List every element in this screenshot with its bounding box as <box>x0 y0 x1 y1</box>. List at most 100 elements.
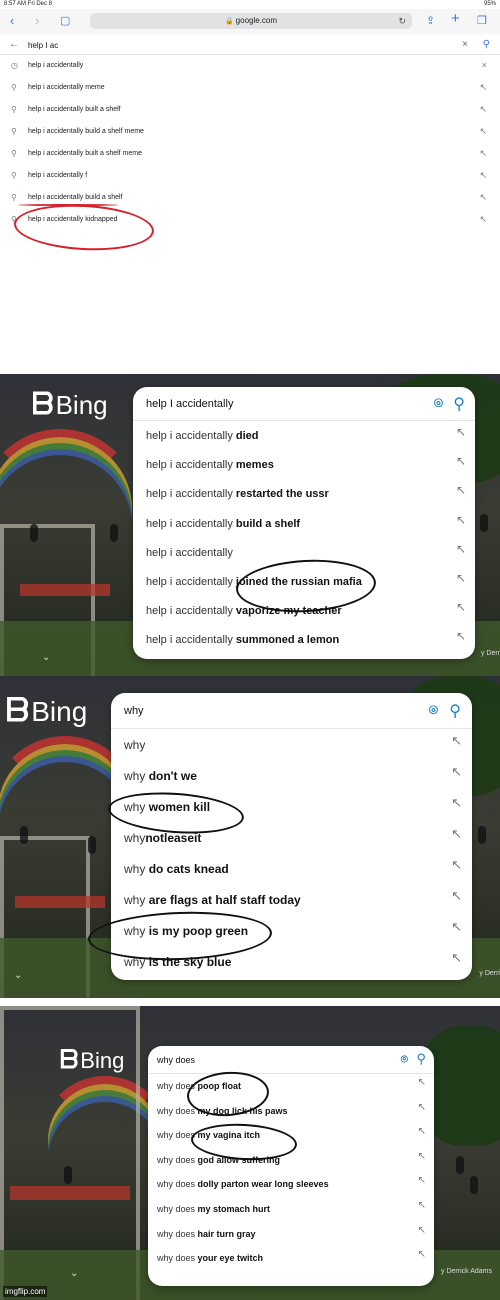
suggestion-item[interactable]: why ↖ <box>111 729 472 760</box>
search-icon[interactable]: ⚲ <box>416 1051 426 1067</box>
suggestion-completion: died <box>235 430 259 442</box>
tabs-icon[interactable]: ❐ <box>477 14 487 28</box>
address-bar[interactable]: 🔒 google.com ↻ <box>90 13 412 29</box>
fill-query-arrow-icon[interactable]: ↖ <box>479 104 487 115</box>
suggestion-item[interactable]: why are flags at half staff today ↖ <box>111 884 472 915</box>
suggestion-text: help i accidentally meme <box>28 84 105 91</box>
suggestion-text: why don't we <box>124 769 197 783</box>
suggestion-item[interactable]: help i accidentally died ↖ <box>133 421 475 450</box>
fill-query-arrow-icon[interactable]: ↖ <box>418 1200 426 1211</box>
fill-query-arrow-icon[interactable]: ↖ <box>451 857 462 873</box>
suggestion-item[interactable]: help i accidentally build a shelf ↖ <box>133 509 475 538</box>
suggestion-item[interactable]: why does hair turn gray ↖ <box>148 1222 434 1247</box>
fill-query-arrow-icon[interactable]: ↖ <box>418 1102 426 1113</box>
fill-query-arrow-icon[interactable]: ↖ <box>456 629 466 643</box>
fill-query-arrow-icon[interactable]: ↖ <box>451 795 462 811</box>
fill-query-arrow-icon[interactable]: ↖ <box>451 950 462 966</box>
suggestion-item[interactable]: help i accidentally summoned a lemon ↖ <box>133 625 475 654</box>
bing-logo[interactable]: ᗷBing <box>32 388 108 422</box>
suggestion-item[interactable]: ⚲ help i accidentally meme ↖ <box>0 78 500 100</box>
fill-query-arrow-icon[interactable]: ↖ <box>456 542 466 556</box>
search-icon[interactable]: ⚲ <box>453 394 465 414</box>
bookmarks-icon[interactable]: ▢ <box>60 14 70 28</box>
search-icon[interactable]: ⚲ <box>449 701 461 721</box>
suggestion-text: help i accidentally memes <box>146 459 274 471</box>
fill-query-arrow-icon[interactable]: ↖ <box>451 733 462 749</box>
fill-query-arrow-icon[interactable]: ↖ <box>456 483 466 497</box>
suggestion-item[interactable]: ⚲ help i accidentally built a shelf meme ↖ <box>0 144 500 166</box>
visual-search-icon[interactable]: ⌾ <box>401 1052 408 1067</box>
search-input[interactable]: help I ac <box>28 41 58 50</box>
visual-search-icon[interactable]: ⌾ <box>429 702 438 719</box>
suggestion-prefix: why <box>124 769 149 783</box>
clear-icon[interactable]: × <box>462 39 468 50</box>
bing-panel-1: ᗷBing help I accidentally ⌾ ⚲ help i acc… <box>0 374 500 676</box>
fill-query-arrow-icon[interactable]: ↖ <box>456 600 466 614</box>
suggestion-item[interactable]: ⚲ help i accidentally built a shelf ↖ <box>0 100 500 122</box>
bing-logo[interactable]: ᗷBing <box>60 1046 124 1076</box>
fill-query-arrow-icon[interactable]: ↖ <box>456 454 466 468</box>
suggestion-item[interactable]: ◷ help i accidentally × <box>0 56 500 78</box>
bing-search-box[interactable]: why ⌾ ⚲ <box>111 693 472 729</box>
search-input[interactable]: help I accidentally <box>146 398 233 410</box>
suggestion-item[interactable]: help i accidentally restarted the ussr ↖ <box>133 479 475 508</box>
fill-query-arrow-icon[interactable]: ↖ <box>418 1225 426 1236</box>
visual-search-icon[interactable]: ⌾ <box>434 395 443 412</box>
suggestion-item[interactable]: why does dolly parton wear long sleeves ↖ <box>148 1172 434 1197</box>
fill-query-arrow-icon[interactable]: ↖ <box>479 192 487 203</box>
remove-icon[interactable]: × <box>482 60 487 70</box>
fill-query-arrow-icon[interactable]: ↖ <box>418 1249 426 1260</box>
suggestion-item[interactable]: why does your eye twitch ↖ <box>148 1246 434 1271</box>
share-icon[interactable]: ⇪ <box>426 14 435 28</box>
chevron-down-icon[interactable]: ⌄ <box>42 652 50 663</box>
new-tab-icon[interactable]: + <box>451 11 460 26</box>
fill-query-arrow-icon[interactable]: ↖ <box>418 1077 426 1088</box>
fill-query-arrow-icon[interactable]: ↖ <box>451 764 462 780</box>
bing-search-box[interactable]: why does ⌾ ⚲ <box>148 1046 434 1074</box>
fill-query-arrow-icon[interactable]: ↖ <box>479 82 487 93</box>
suggestion-item[interactable]: ⚲ help i accidentally f ↖ <box>0 166 500 188</box>
fill-query-arrow-icon[interactable]: ↖ <box>456 571 466 585</box>
chevron-down-icon[interactable]: ⌄ <box>14 970 22 981</box>
suggestion-item[interactable]: why do cats knead ↖ <box>111 853 472 884</box>
suggestion-text: help i accidentally built a shelf <box>28 106 121 113</box>
search-input[interactable]: why does <box>157 1055 195 1065</box>
bing-search-box[interactable]: help I accidentally ⌾ ⚲ <box>133 387 475 421</box>
search-icon[interactable]: ⚲ <box>483 39 490 50</box>
suggestion-completion: restarted the ussr <box>235 488 329 501</box>
suggestion-prefix: help i accidentally <box>146 576 236 588</box>
suggestion-text: help i accidentally build a shelf <box>28 194 123 201</box>
fill-query-arrow-icon[interactable]: ↖ <box>479 126 487 137</box>
image-credit: y Derr <box>480 650 500 657</box>
fill-query-arrow-icon[interactable]: ↖ <box>451 888 462 904</box>
fill-query-arrow-icon[interactable]: ↖ <box>418 1175 426 1186</box>
fill-query-arrow-icon[interactable]: ↖ <box>456 425 466 439</box>
suggestion-completion: my stomach hurt <box>197 1204 271 1214</box>
bing-panel-2: ᗷBing why ⌾ ⚲ why ↖ why don't we ↖ why women… <box>0 676 500 998</box>
suggestion-item[interactable]: why does my stomach hurt ↖ <box>148 1197 434 1222</box>
fill-query-arrow-icon[interactable]: ↖ <box>479 214 487 225</box>
suggestion-item[interactable]: why don't we ↖ <box>111 760 472 791</box>
suggestion-item[interactable]: ⚲ help i accidentally build a shelf meme ↖ <box>0 122 500 144</box>
fill-query-arrow-icon[interactable]: ↖ <box>451 826 462 842</box>
forward-arrow-icon[interactable]: › <box>35 14 39 28</box>
bing-logo[interactable]: ᗷBing <box>6 692 87 730</box>
back-arrow-icon[interactable]: ‹ <box>10 14 14 28</box>
browser-toolbar: ‹ › ▢ 🔒 google.com ↻ ⇪ + ❐ <box>0 9 500 34</box>
fill-query-arrow-icon[interactable]: ↖ <box>418 1151 426 1162</box>
fill-query-arrow-icon[interactable]: ↖ <box>451 919 462 935</box>
fill-query-arrow-icon[interactable]: ↖ <box>479 170 487 181</box>
back-icon[interactable]: ← <box>9 39 19 50</box>
fill-query-arrow-icon[interactable]: ↖ <box>479 148 487 159</box>
fill-query-arrow-icon[interactable]: ↖ <box>456 513 466 527</box>
suggestion-text: help i accidentally summoned a lemon <box>146 634 339 646</box>
suggestion-text: why are flags at half staff today <box>124 893 301 907</box>
status-bar: 8:57 AM Fri Dec 8 95% <box>0 0 500 9</box>
chevron-down-icon[interactable]: ⌄ <box>70 1268 78 1279</box>
fill-query-arrow-icon[interactable]: ↖ <box>418 1126 426 1137</box>
safari-google-panel: 8:57 AM Fri Dec 8 95% ‹ › ▢ 🔒 google.com … <box>0 0 500 374</box>
reload-icon[interactable]: ↻ <box>398 13 406 29</box>
search-input[interactable]: why <box>124 705 144 717</box>
suggestion-text: why does my stomach hurt <box>157 1204 270 1214</box>
suggestion-item[interactable]: help i accidentally memes ↖ <box>133 450 475 479</box>
